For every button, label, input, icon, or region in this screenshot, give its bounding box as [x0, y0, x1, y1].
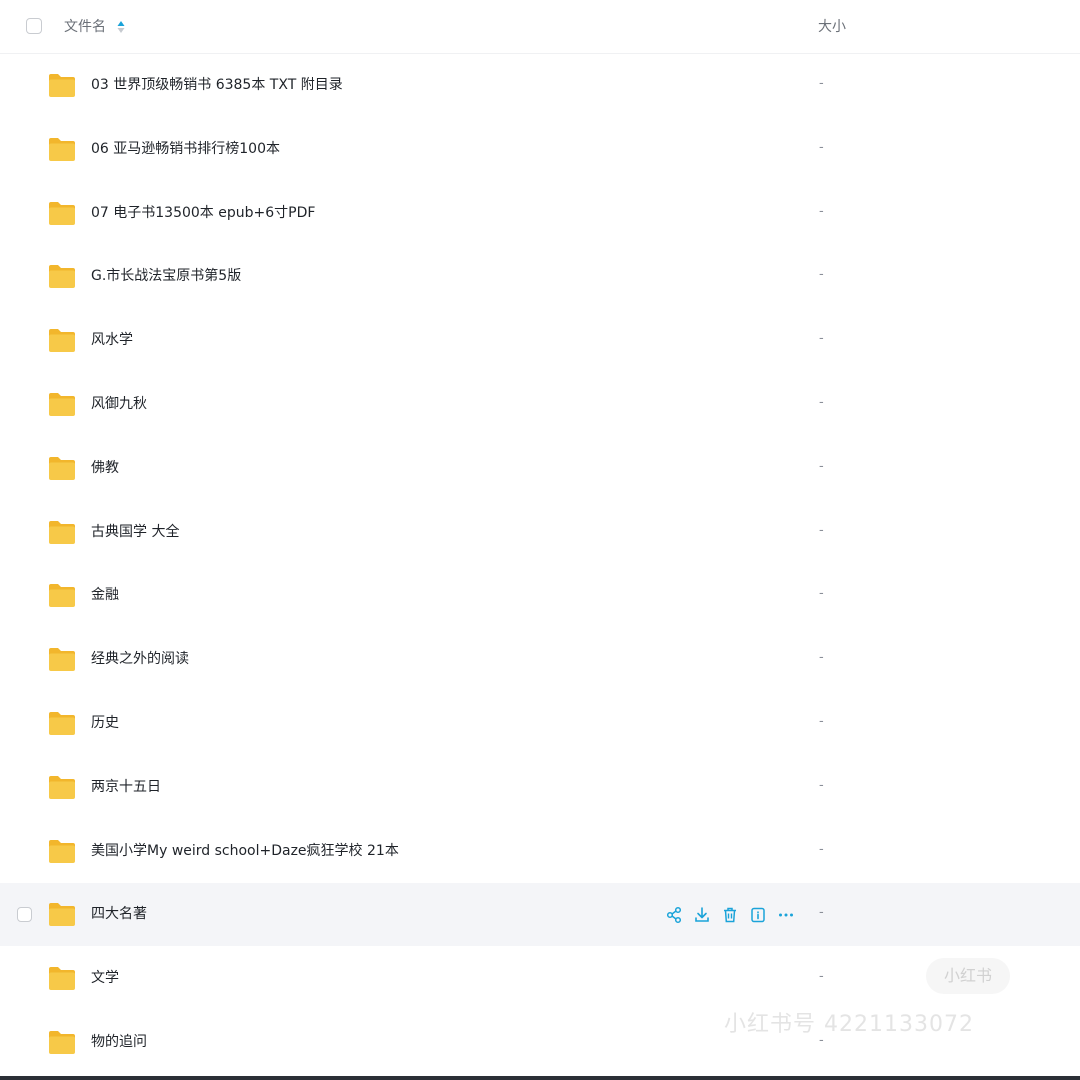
folder-icon	[47, 1028, 77, 1056]
folder-icon	[47, 262, 77, 290]
file-size: -	[819, 522, 824, 538]
file-row[interactable]: 文学 -	[0, 947, 1080, 1010]
folder-icon	[47, 454, 77, 482]
file-row[interactable]: G.市长战法宝原书第5版 -	[0, 245, 1080, 308]
file-size: -	[819, 714, 824, 729]
file-row[interactable]: 03 世界顶级畅销书 6385本 TXT 附目录 -	[0, 54, 1080, 117]
file-name[interactable]: 03 世界顶级畅销书 6385本 TXT 附目录	[91, 75, 343, 95]
file-size: -	[819, 267, 824, 283]
folder-icon	[47, 518, 77, 546]
file-name[interactable]: 风水学	[91, 330, 133, 350]
download-icon[interactable]	[692, 905, 712, 925]
folder-icon	[47, 390, 77, 418]
file-size: -	[819, 458, 824, 474]
file-row[interactable]: 风御九秋 -	[0, 373, 1080, 436]
watermark-logo: 小红书	[926, 958, 1010, 994]
file-list-page: 文件名 大小 03 世界顶级畅销书 6385本 TXT 附目录 -06 亚马逊畅销…	[0, 0, 1080, 1080]
file-size: -	[819, 139, 824, 155]
file-row[interactable]: 经典之外的阅读 -	[0, 628, 1080, 691]
row-actions	[664, 904, 804, 926]
file-name[interactable]: 两京十五日	[91, 777, 161, 797]
sort-icon[interactable]	[116, 18, 126, 36]
file-size: -	[819, 777, 824, 793]
file-name[interactable]: 经典之外的阅读	[91, 649, 189, 669]
folder-icon	[47, 581, 77, 609]
bottom-edge	[0, 1076, 1080, 1080]
file-name[interactable]: 金融	[91, 585, 119, 605]
file-name[interactable]: 文学	[91, 968, 119, 988]
file-row[interactable]: 06 亚马逊畅销书排行榜100本 -	[0, 118, 1080, 181]
folder-icon	[47, 645, 77, 673]
file-size: -	[819, 905, 824, 921]
file-row[interactable]: 历史 -	[0, 692, 1080, 755]
delete-icon[interactable]	[720, 905, 740, 925]
file-size: -	[819, 76, 824, 91]
share-icon[interactable]	[664, 905, 684, 925]
file-name[interactable]: 风御九秋	[91, 394, 147, 414]
folder-icon	[47, 773, 77, 801]
file-name[interactable]: G.市长战法宝原书第5版	[91, 266, 241, 286]
file-row[interactable]: 四大名著 -	[0, 883, 1080, 947]
folder-icon	[47, 326, 77, 354]
select-all-checkbox[interactable]	[26, 18, 42, 34]
file-row[interactable]: 两京十五日 -	[0, 756, 1080, 819]
file-name[interactable]: 古典国学 大全	[91, 522, 179, 542]
row-checkbox[interactable]	[17, 907, 32, 923]
file-size: -	[819, 203, 824, 219]
info-icon[interactable]	[748, 905, 768, 925]
folder-icon	[47, 837, 77, 865]
folder-icon	[47, 900, 77, 928]
file-name[interactable]: 07 电子书13500本 epub+6寸PDF	[91, 203, 315, 223]
file-size: -	[819, 650, 824, 666]
folder-icon	[47, 71, 77, 99]
watermark-id: 小红书号 4221133072	[724, 1012, 974, 1037]
folder-icon	[47, 135, 77, 163]
file-row[interactable]: 风水学 -	[0, 309, 1080, 372]
list-header: 文件名 大小	[0, 0, 1080, 54]
folder-icon	[47, 964, 77, 992]
folder-icon	[47, 199, 77, 227]
file-name[interactable]: 四大名著	[91, 904, 147, 924]
file-name[interactable]: 佛教	[91, 458, 119, 478]
file-size: -	[819, 331, 824, 347]
column-header-size[interactable]: 大小	[818, 18, 846, 36]
file-size: -	[819, 841, 824, 857]
file-row[interactable]: 佛教 -	[0, 437, 1080, 500]
file-row[interactable]: 07 电子书13500本 epub+6寸PDF -	[0, 182, 1080, 245]
folder-icon	[47, 709, 77, 737]
file-name[interactable]: 美国小学My weird school+Daze疯狂学校 21本	[91, 841, 399, 861]
file-row[interactable]: 美国小学My weird school+Daze疯狂学校 21本 -	[0, 820, 1080, 883]
file-size: -	[819, 395, 824, 410]
file-name[interactable]: 历史	[91, 713, 119, 733]
file-row[interactable]: 古典国学 大全 -	[0, 501, 1080, 564]
file-size: -	[819, 586, 824, 602]
column-header-name[interactable]: 文件名	[64, 18, 106, 36]
file-row[interactable]: 金融 -	[0, 564, 1080, 627]
more-icon[interactable]	[776, 905, 796, 925]
file-size: -	[819, 969, 824, 985]
file-name[interactable]: 06 亚马逊畅销书排行榜100本	[91, 139, 280, 159]
file-name[interactable]: 物的追问	[91, 1032, 147, 1052]
